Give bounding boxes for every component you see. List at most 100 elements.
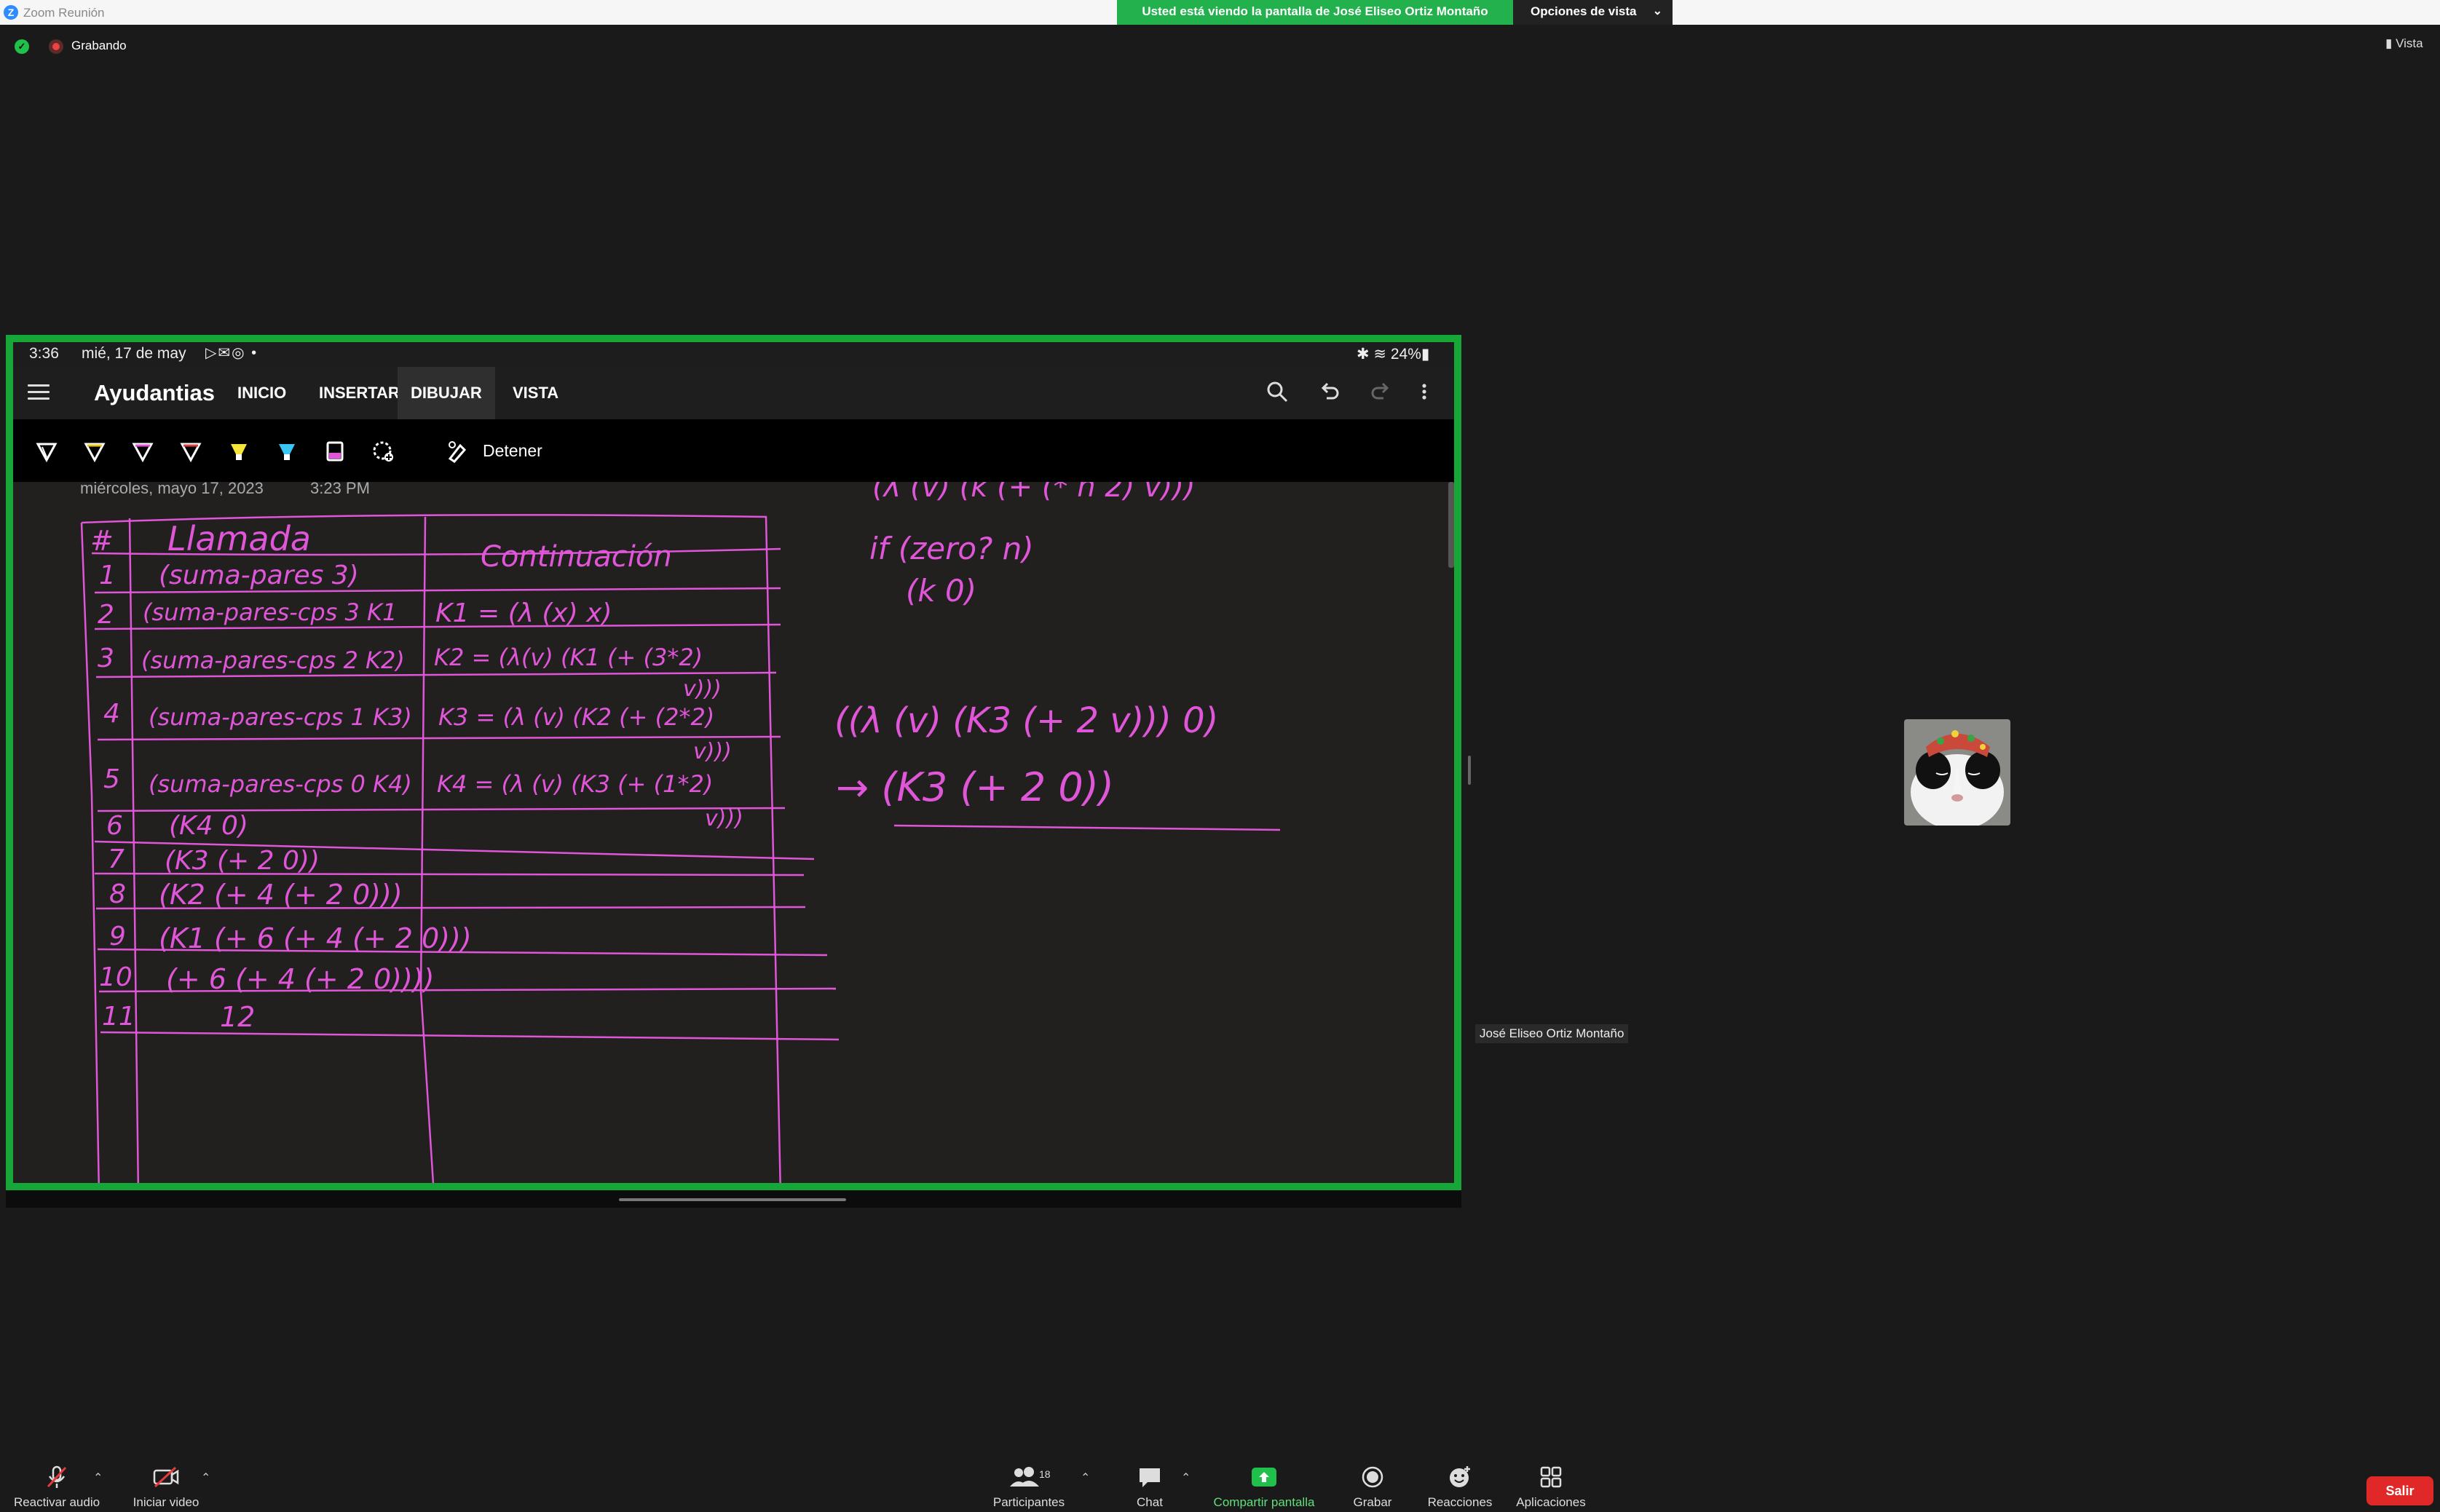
continuation-cell: K2 = (λ(v) (K1 (+ (3*2): [434, 644, 703, 671]
row-number: 10: [99, 962, 133, 992]
shared-screen[interactable]: 3:36 mié, 17 de may ▷✉◎ • ✱ ≋ 24%▮ Ayuda…: [6, 335, 1461, 1190]
stop-drawing-icon[interactable]: [446, 440, 469, 463]
participants-options-caret[interactable]: ⌃: [1081, 1471, 1090, 1485]
call-cell: 12: [220, 1001, 255, 1033]
participants-icon: 18: [978, 1465, 1080, 1492]
view-options-button[interactable]: Opciones de vista ⌄: [1513, 0, 1673, 25]
draw-toolbar: Detener: [13, 419, 1454, 482]
start-video-label: Iniciar video: [133, 1495, 200, 1509]
participants-label: Participantes: [992, 1495, 1065, 1509]
call-cell: (K4 0): [169, 811, 248, 841]
tab-vista[interactable]: VISTA: [500, 367, 572, 419]
audio-options-caret[interactable]: ⌃: [93, 1471, 103, 1485]
participant-name-label: José Eliseo Ortiz Montaño: [1475, 1024, 1629, 1043]
recording-label: Grabando: [71, 39, 127, 52]
table-header-number: #: [90, 525, 114, 557]
row-number: 2: [98, 600, 114, 630]
continuation-tail: v))): [705, 806, 743, 831]
video-options-caret[interactable]: ⌃: [201, 1471, 210, 1485]
highlighter-yellow-icon[interactable]: [227, 440, 250, 463]
muted-microphone-icon: [6, 1465, 108, 1492]
view-button[interactable]: ▮ Vista: [2385, 36, 2423, 51]
view-label: Vista: [2396, 36, 2423, 50]
highlighter-cyan-icon[interactable]: [275, 440, 299, 463]
call-cell: (K3 (+ 2 0)): [165, 846, 320, 876]
panel-resize-handle[interactable]: [1468, 756, 1471, 785]
recording-icon: [49, 39, 63, 54]
participants-button[interactable]: 18 Participantes: [978, 1465, 1080, 1510]
note-line: → (K3 (+ 2 0)): [836, 764, 1114, 810]
app-title: Zoom Reunión: [23, 6, 105, 20]
lasso-add-icon[interactable]: [371, 440, 395, 463]
note-line: (k 0): [906, 573, 976, 609]
eraser-icon[interactable]: [323, 440, 347, 463]
continuation-cell: K4 = (λ (v) (K3 (+ (1*2): [437, 770, 713, 798]
table-header-continuation: Continuación: [481, 540, 672, 574]
record-label: Grabar: [1353, 1495, 1392, 1509]
gesture-bar: [619, 1198, 846, 1201]
battery-icon: ▮: [1421, 346, 1430, 363]
battery-level: ✱ ≋ 24%▮: [1357, 345, 1429, 363]
redo-icon[interactable]: [1369, 380, 1392, 409]
reactions-label: Reacciones: [1427, 1495, 1493, 1509]
view-layout-icon: ▮: [2385, 36, 2393, 50]
call-cell: (suma-pares-cps 2 K2): [141, 646, 405, 674]
call-cell: (K2 (+ 4 (+ 2 0))): [159, 879, 403, 911]
chat-options-caret[interactable]: ⌃: [1181, 1471, 1191, 1485]
leave-meeting-button[interactable]: Salir: [2366, 1476, 2433, 1505]
underline: [893, 824, 1281, 831]
pen-white-icon[interactable]: [83, 440, 106, 463]
share-screen-button[interactable]: Compartir pantalla: [1199, 1465, 1330, 1510]
unmute-audio-label: Reactivar audio: [13, 1495, 100, 1509]
tablet-status-bar: 3:36 mié, 17 de may ▷✉◎ • ✱ ≋ 24%▮: [13, 342, 1454, 367]
reactions-button[interactable]: Reacciones: [1409, 1465, 1511, 1510]
notes-canvas[interactable]: miércoles, mayo 17, 2023 3:23 PM # Llama…: [13, 482, 1454, 1183]
note-line: if (zero? n): [869, 531, 1034, 566]
row-number: 11: [102, 1002, 135, 1032]
search-icon[interactable]: [1266, 380, 1289, 409]
participant-video-tile[interactable]: [1904, 719, 2010, 826]
continuation-cell: K1 = (λ (x) x): [435, 598, 612, 628]
pen-red-icon[interactable]: [179, 440, 202, 463]
tab-insertar[interactable]: INSERTAR: [306, 367, 413, 419]
cat-avatar-image: [1904, 719, 2010, 826]
call-cell: (suma-pares-cps 3 K1: [143, 598, 397, 626]
stop-drawing-button[interactable]: Detener: [483, 441, 542, 461]
table-col-1: [128, 518, 140, 1183]
apps-button[interactable]: Aplicaciones: [1500, 1465, 1602, 1510]
chat-label: Chat: [1137, 1495, 1163, 1509]
tab-dibujar[interactable]: DIBUJAR: [398, 367, 495, 419]
row-number: 6: [106, 811, 123, 841]
hamburger-menu-icon[interactable]: [28, 384, 50, 404]
record-button[interactable]: Grabar: [1322, 1465, 1424, 1510]
handwritten-notes: # Llamada Continuación 1 2 3 4 5 6 7 8 9…: [80, 482, 1281, 1183]
note-line: ((λ (v) (K3 (+ 2 v))) 0): [834, 700, 1218, 741]
call-cell: (suma-pares 3): [159, 561, 359, 590]
call-cell: (suma-pares-cps 0 K4): [149, 770, 412, 798]
row-line: [97, 735, 781, 741]
more-options-icon[interactable]: [1420, 380, 1429, 409]
tab-inicio[interactable]: INICIO: [224, 367, 299, 419]
table-left-border: [80, 522, 100, 1183]
table-col-2: [419, 516, 435, 1183]
row-number: 4: [103, 699, 120, 729]
chevron-down-icon: ⌄: [1652, 5, 1662, 17]
notebook-title: Ayudantias: [94, 380, 215, 405]
onenote-app-bar: Ayudantias INICIO INSERTAR DIBUJAR VISTA: [13, 367, 1454, 419]
participants-count: 18: [1039, 1468, 1051, 1480]
row-number: 8: [109, 879, 126, 909]
row-number: 9: [109, 922, 126, 951]
note-line: (λ (v) (k (+ (* n 2) v))): [872, 482, 1196, 504]
tablet-time: 3:36: [29, 345, 59, 362]
shared-screen-footer: [6, 1190, 1461, 1208]
encryption-shield-icon[interactable]: ✓: [15, 39, 29, 54]
table-header-call: Llamada: [167, 519, 311, 558]
pen-black-icon[interactable]: [35, 440, 58, 463]
battery-percent: 24%: [1390, 346, 1421, 363]
continuation-tail: v))): [693, 739, 732, 764]
undo-icon[interactable]: [1318, 380, 1341, 409]
pen-magenta-icon[interactable]: [131, 440, 154, 463]
unmute-audio-button[interactable]: Reactivar audio: [6, 1465, 108, 1510]
share-screen-icon: [1199, 1465, 1330, 1492]
continuation-tail: v))): [683, 676, 722, 702]
